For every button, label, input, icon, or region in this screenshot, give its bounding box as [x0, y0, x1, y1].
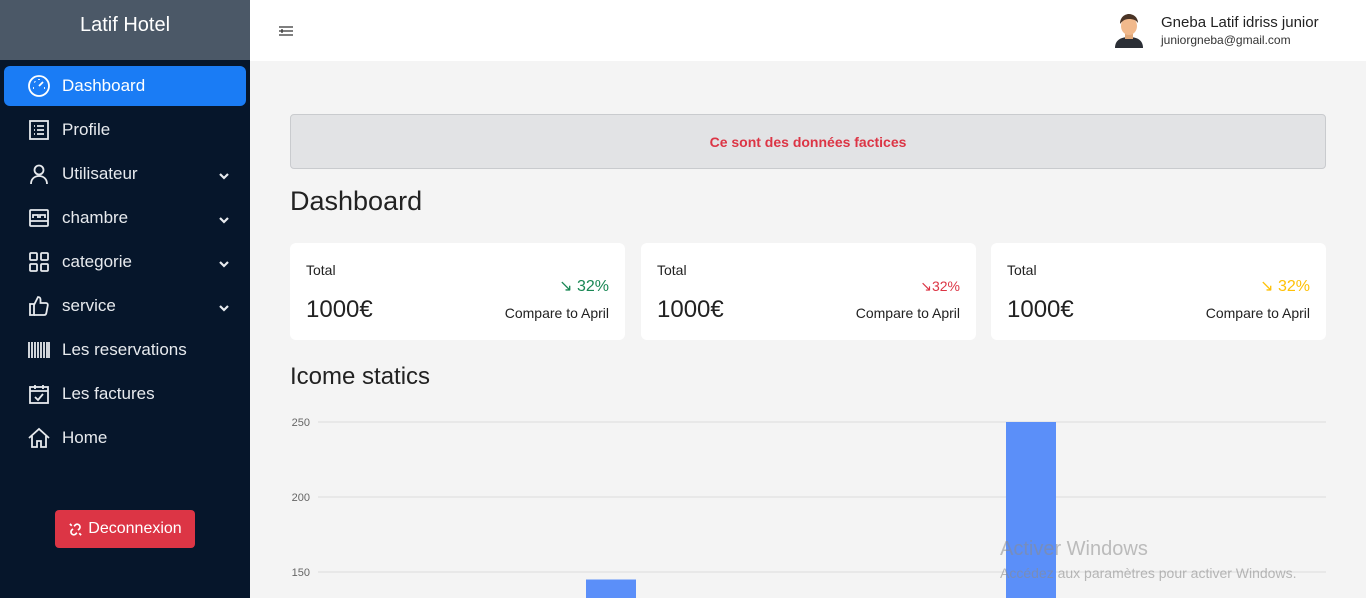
dashboard-icon — [26, 73, 52, 99]
card-trend: ↘ 32% — [1260, 276, 1310, 296]
chevron-down-icon — [218, 255, 230, 268]
sidebar-nav: Dashboard Profile Utilisateur chambre ca… — [0, 60, 250, 458]
sidebar-item-factures[interactable]: Les factures — [4, 374, 246, 414]
windows-activation-watermark: Activer Windows — [1000, 538, 1148, 560]
trend-down-arrow-icon: ↘ — [559, 278, 577, 295]
logout-label: Deconnexion — [88, 520, 182, 537]
chevron-down-icon — [218, 299, 230, 312]
stat-card: Total 1000€ ↘ 32% Compare to April — [991, 243, 1326, 340]
card-trend-value: 32% — [576, 278, 609, 295]
card-label: Total — [306, 262, 336, 278]
sidebar-item-label: Home — [62, 428, 108, 447]
demo-data-alert: Ce sont des données factices — [290, 114, 1326, 169]
sidebar-item-utilisateur[interactable]: Utilisateur — [4, 154, 246, 194]
avatar[interactable] — [1112, 12, 1146, 48]
sidebar-item-service[interactable]: service — [4, 286, 246, 326]
trend-down-arrow-icon: ↘ — [1260, 278, 1278, 295]
user-icon — [26, 161, 52, 187]
brand-title: Latif Hotel — [0, 0, 250, 60]
sidebar-item-dashboard[interactable]: Dashboard — [4, 66, 246, 106]
menu-toggle-icon[interactable] — [278, 24, 294, 38]
card-trend: ↘32% — [920, 278, 960, 295]
sidebar-item-label: Les factures — [62, 384, 155, 403]
sidebar-item-label: Profile — [62, 120, 111, 139]
card-compare: Compare to April — [504, 305, 609, 321]
sidebar-item-chambre[interactable]: chambre — [4, 198, 246, 238]
broken-link-icon — [69, 522, 83, 536]
sidebar-item-label: Utilisateur — [62, 164, 138, 183]
windows-activation-subtext: Accédez aux paramètres pour activer Wind… — [1000, 565, 1297, 581]
sidebar-item-label: service — [62, 296, 116, 315]
trend-down-arrow-icon: ↘ — [920, 278, 932, 294]
stat-card: Total 1000€ ↘ 32% Compare to April — [290, 243, 625, 340]
stat-card: Total 1000€ ↘32% Compare to April — [641, 243, 976, 340]
user-email: juniorgneba@gmail.com — [1161, 33, 1291, 47]
logout-button[interactable]: Deconnexion — [55, 510, 195, 548]
barcode-icon — [26, 337, 52, 363]
list-icon — [26, 117, 52, 143]
sidebar-item-label: chambre — [62, 208, 129, 227]
sidebar-item-label: Dashboard — [62, 76, 146, 95]
calendar-check-icon — [26, 381, 52, 407]
card-trend: ↘ 32% — [559, 276, 609, 296]
grid-icon — [26, 249, 52, 275]
section-title: Icome statics — [290, 363, 431, 390]
y-tick-label: 150 — [292, 567, 310, 579]
thumbs-up-icon — [26, 293, 52, 319]
sidebar-item-label: categorie — [62, 252, 132, 271]
card-value: 1000€ — [306, 296, 373, 323]
chart-bar[interactable] — [586, 579, 636, 598]
sidebar-item-reservations[interactable]: Les reservations — [4, 330, 246, 370]
house-icon — [26, 425, 52, 451]
card-trend-value: 32% — [931, 278, 960, 294]
y-tick-label: 250 — [292, 417, 310, 429]
sidebar-item-profile[interactable]: Profile — [4, 110, 246, 150]
card-compare: Compare to April — [1205, 305, 1310, 321]
sidebar: Latif Hotel Dashboard Profile Utilisateu… — [0, 0, 250, 598]
card-label: Total — [657, 262, 687, 278]
page-title: Dashboard — [290, 186, 423, 216]
bed-icon — [26, 205, 52, 231]
sidebar-item-home[interactable]: Home — [4, 418, 246, 458]
card-trend-value: 32% — [1277, 278, 1310, 295]
sidebar-item-categorie[interactable]: categorie — [4, 242, 246, 282]
topbar: Gneba Latif idriss junior juniorgneba@gm… — [250, 0, 1366, 61]
chevron-down-icon — [218, 167, 230, 180]
y-tick-label: 200 — [292, 492, 310, 504]
card-label: Total — [1007, 262, 1037, 278]
user-name: Gneba Latif idriss junior — [1161, 14, 1319, 31]
card-value: 1000€ — [1007, 296, 1074, 323]
sidebar-item-label: Les reservations — [62, 340, 187, 359]
chevron-down-icon — [218, 211, 230, 224]
card-value: 1000€ — [657, 296, 724, 323]
card-compare: Compare to April — [855, 305, 960, 321]
